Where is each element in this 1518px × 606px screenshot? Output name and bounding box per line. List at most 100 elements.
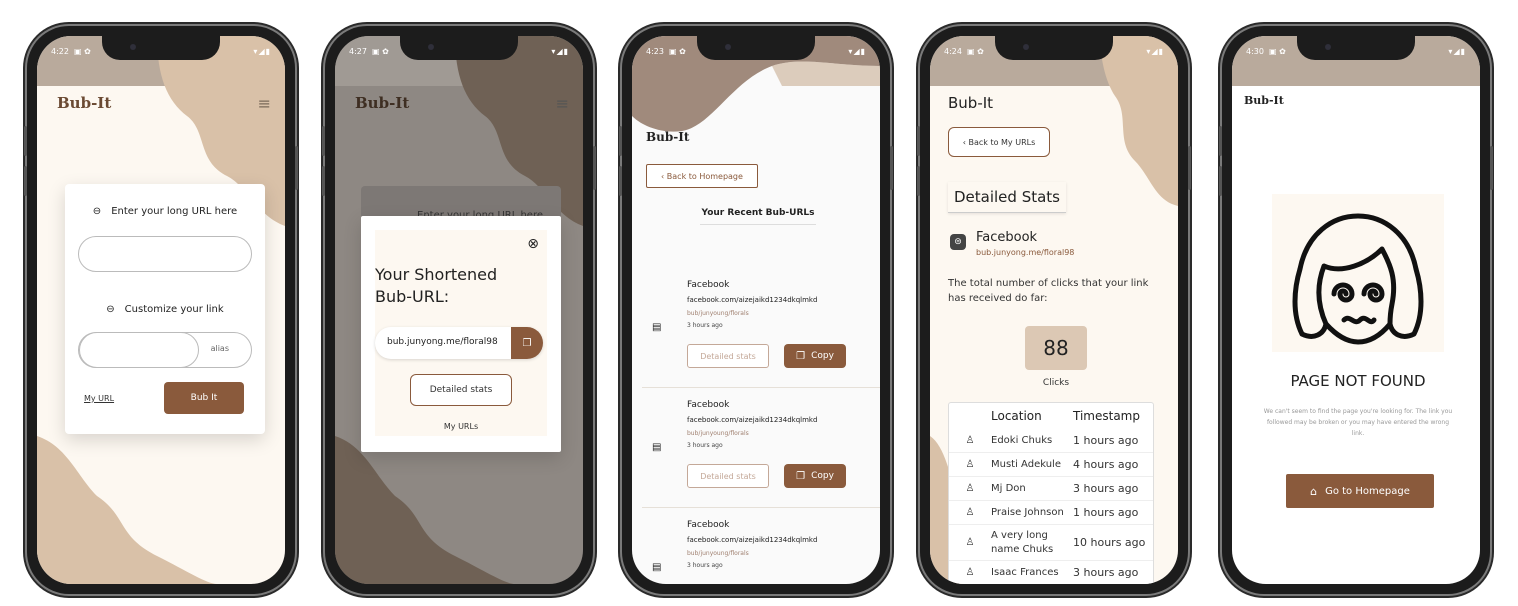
- copy-icon: ❐: [796, 470, 806, 482]
- long-url-label: Enter your long URL here: [111, 206, 238, 217]
- row-time: 10 hours ago: [1073, 536, 1146, 549]
- status-time: 4:30: [1246, 46, 1264, 56]
- user-icon: ♙: [965, 435, 975, 446]
- phone-frame-not-found: 4:30 ▣ ✿ ▾◢▮ Bub-It PAGE NOT FOUND We ca…: [1219, 26, 1493, 594]
- clicks-description: The total number of clicks that your lin…: [948, 278, 1149, 304]
- detailed-stats-button[interactable]: Detailed stats: [687, 344, 769, 368]
- camera-notch: [995, 36, 1113, 60]
- recent-urls-heading: Your Recent Bub-URLs: [700, 208, 816, 225]
- brand-logo[interactable]: Bub-It: [355, 94, 409, 112]
- clicks-table: Location Timestamp ♙ Edoki Chuks 1 hours…: [948, 402, 1154, 584]
- menu-icon[interactable]: ≡: [258, 94, 271, 113]
- user-icon: ♙: [965, 483, 975, 494]
- row-location: A very long name Chuks: [991, 529, 1054, 555]
- item-long-url: facebook.com/aizejaikd1234dkqlmkd: [687, 416, 818, 424]
- illustration-panel: [1272, 194, 1444, 352]
- location-header: Location: [991, 409, 1042, 423]
- long-url-input[interactable]: [78, 236, 252, 272]
- back-to-homepage-button[interactable]: ‹ Back to Homepage: [646, 164, 758, 188]
- copy-button[interactable]: ❐ Copy: [784, 464, 846, 488]
- click-count-box: 88: [1025, 326, 1087, 370]
- brand-logo[interactable]: Bub-It: [948, 94, 993, 112]
- row-time: 3 hours ago: [1073, 482, 1139, 495]
- site-short-url[interactable]: bub.junyong.me/floral98: [976, 248, 1074, 257]
- phone-frame-stats: 4:24 ▣ ✿ ▾◢▮ Bub-It ‹ Back to My URLs De…: [917, 26, 1191, 594]
- row-time: 3 hours ago: [1073, 566, 1139, 579]
- shorten-form-card: ⊖ Enter your long URL here ⊖ Customize y…: [65, 184, 265, 434]
- alias-input[interactable]: alias: [78, 332, 252, 368]
- brand-logo[interactable]: Bub-It: [57, 94, 111, 112]
- status-signal-icons: ▾◢▮: [1448, 46, 1466, 56]
- user-icon: ♙: [965, 537, 975, 548]
- site-icon: ⊜: [950, 234, 966, 250]
- url-list-item: ▤ Facebook facebook.com/aizejaikd1234dkq…: [642, 516, 880, 584]
- status-time: 4:24: [944, 46, 962, 56]
- recent-urls-screen: 4:23 ▣ ✿ ▾◢▮ Bub-It ‹ Back to Homepage Y…: [632, 36, 880, 584]
- item-age: 3 hours ago: [687, 322, 723, 329]
- menu-icon[interactable]: ≡: [556, 94, 569, 113]
- copy-icon-button[interactable]: ❐: [511, 327, 543, 359]
- status-notification-icons: ▣ ✿: [73, 46, 91, 56]
- item-title: Facebook: [687, 280, 730, 290]
- camera-notch: [400, 36, 518, 60]
- timestamp-header: Timestamp: [1073, 409, 1140, 423]
- camera-notch: [1297, 36, 1415, 60]
- status-time: 4:23: [646, 46, 664, 56]
- brand-logo[interactable]: Bub-It: [646, 130, 689, 144]
- copy-label: Copy: [811, 351, 834, 361]
- row-location: Praise Johnson: [991, 507, 1064, 518]
- status-notification-icons: ▣ ✿: [371, 46, 389, 56]
- link-icon: ⊖: [92, 206, 102, 217]
- home-icon: ⌂: [1310, 484, 1318, 498]
- item-long-url: facebook.com/aizejaikd1234dkqlmkd: [687, 536, 818, 544]
- row-time: 1 hours ago: [1073, 434, 1139, 447]
- not-found-message: We can't seem to find the page you're lo…: [1263, 408, 1453, 437]
- table-row: ♙ A very long name Chuks 10 hours ago: [949, 525, 1153, 561]
- back-to-my-urls-button[interactable]: ‹ Back to My URLs: [948, 127, 1050, 157]
- copy-button[interactable]: ❐ Copy: [784, 344, 846, 368]
- card-icon: ▤: [652, 562, 662, 573]
- confused-face-icon: [1292, 213, 1424, 345]
- customize-label: Customize your link: [124, 304, 224, 315]
- item-age: 3 hours ago: [687, 562, 723, 569]
- brand-logo[interactable]: Bub-It: [1244, 94, 1284, 107]
- stats-heading: Detailed Stats: [948, 182, 1066, 213]
- status-signal-icons: ▾◢▮: [1146, 46, 1164, 56]
- url-list-item: ▤ Facebook facebook.com/aizejaikd1234dkq…: [642, 276, 880, 388]
- not-found-title: PAGE NOT FOUND: [1290, 372, 1426, 390]
- status-signal-icons: ▾◢▮: [551, 46, 569, 56]
- click-count: 88: [1043, 336, 1069, 360]
- url-list-item: ▤ Facebook facebook.com/aizejaikd1234dkq…: [642, 396, 880, 508]
- status-notification-icons: ▣ ✿: [966, 46, 984, 56]
- bub-it-button[interactable]: Bub It: [164, 382, 244, 414]
- click-label: Clicks: [1042, 378, 1070, 388]
- item-short-url[interactable]: bub/junyoung/florals: [687, 550, 749, 557]
- status-notification-icons: ▣ ✿: [668, 46, 686, 56]
- short-url-modal: ⊗ Your Shortened Bub-URL: bub.junyong.me…: [361, 216, 561, 452]
- row-time: 4 hours ago: [1073, 458, 1139, 471]
- table-row: ♙ Edoki Chuks 1 hours ago: [949, 429, 1153, 453]
- my-url-link[interactable]: My URL: [84, 394, 114, 403]
- phone-frame-recent-urls: 4:23 ▣ ✿ ▾◢▮ Bub-It ‹ Back to Homepage Y…: [619, 26, 893, 594]
- site-name: Facebook: [976, 230, 1038, 245]
- detailed-stats-button[interactable]: Detailed stats: [687, 464, 769, 488]
- my-urls-link[interactable]: My URLs: [361, 422, 561, 431]
- item-title: Facebook: [687, 520, 730, 530]
- card-icon: ▤: [652, 322, 662, 333]
- row-time: 1 hours ago: [1073, 506, 1139, 519]
- status-time: 4:22: [51, 46, 69, 56]
- item-short-url[interactable]: bub/junyoung/florals: [687, 310, 749, 317]
- row-location: Musti Adekule: [991, 459, 1061, 470]
- short-url-field[interactable]: bub.junyong.me/floral98 ❐: [375, 327, 543, 359]
- user-icon: ♙: [965, 567, 975, 578]
- detailed-stats-button[interactable]: Detailed stats: [410, 374, 512, 406]
- close-icon[interactable]: ⊗: [527, 236, 539, 252]
- go-to-homepage-button[interactable]: ⌂ Go to Homepage: [1286, 474, 1434, 508]
- item-age: 3 hours ago: [687, 442, 723, 449]
- table-row: ♙ Isaac Frances 3 hours ago: [949, 561, 1153, 584]
- not-found-screen: 4:30 ▣ ✿ ▾◢▮ Bub-It PAGE NOT FOUND We ca…: [1232, 36, 1480, 584]
- item-short-url[interactable]: bub/junyoung/florals: [687, 430, 749, 437]
- alias-placeholder: alias: [210, 344, 229, 353]
- modal-screen: 4:27 ▣ ✿ ▾◢▮ Bub-It ≡ Enter your long UR…: [335, 36, 583, 584]
- item-title: Facebook: [687, 400, 730, 410]
